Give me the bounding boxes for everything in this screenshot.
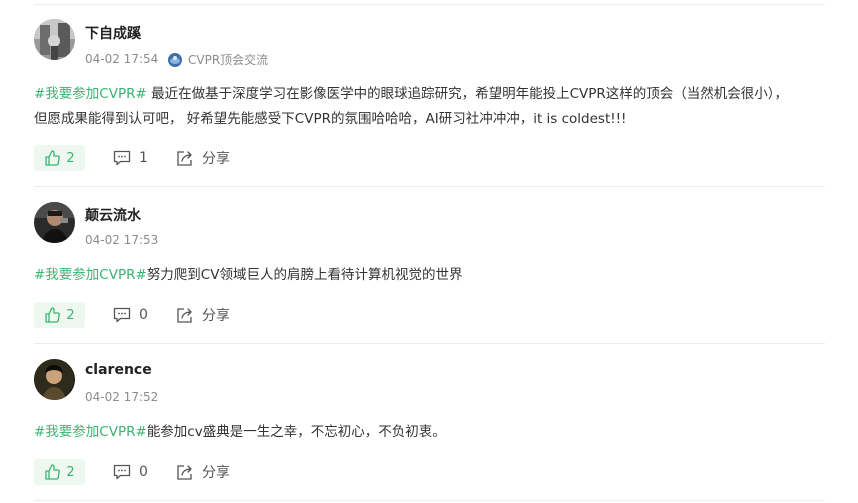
comment-feed: 下自成蹊 04-02 17:54 CVPR顶会交流 #我要参加CVPR# 最近在… [0, 0, 858, 503]
comment-button[interactable]: 0 [113, 459, 148, 485]
avatar[interactable] [34, 202, 75, 243]
share-label: 分享 [202, 308, 230, 324]
share-icon [177, 150, 192, 166]
post-text: 努力爬到CV领域巨人的肩膀上看待计算机视觉的世界 [146, 267, 463, 283]
author-name[interactable]: 下自成蹊 [85, 23, 141, 43]
share-label: 分享 [202, 465, 230, 481]
comment-count: 0 [139, 307, 148, 323]
post-time: 04-02 17:53 [85, 233, 159, 247]
author-name[interactable]: 颠云流水 [85, 205, 141, 225]
group-name: CVPR顶会交流 [188, 53, 269, 67]
like-count: 2 [66, 307, 75, 323]
like-button[interactable]: 2 [34, 459, 85, 485]
like-button[interactable]: 2 [34, 302, 85, 328]
thumbs-up-icon [45, 150, 61, 166]
share-button[interactable]: 分享 [176, 459, 230, 485]
share-button[interactable]: 分享 [176, 302, 230, 328]
group-link[interactable]: CVPR顶会交流 [168, 51, 268, 68]
hashtag-link[interactable]: #我要参加CVPR# [34, 424, 147, 440]
post-text: 能参加cv盛典是一生之幸，不忘初心，不负初衷。 [146, 424, 446, 440]
group-icon [168, 52, 182, 67]
comment-count: 1 [139, 150, 148, 166]
divider [34, 343, 825, 344]
post-content: #我要参加CVPR#努力爬到CV领域巨人的肩膀上看待计算机视觉的世界 [34, 263, 824, 288]
post-actions: 2 0 分享 [34, 302, 334, 328]
thumbs-up-icon [45, 307, 61, 323]
comment-count: 0 [139, 464, 148, 480]
post-actions: 2 0 分享 [34, 459, 334, 485]
comment-button[interactable]: 0 [113, 302, 148, 328]
comment-button[interactable]: 1 [113, 145, 148, 171]
hashtag-link[interactable]: #我要参加CVPR# [34, 86, 147, 102]
post-content: #我要参加CVPR#能参加cv盛典是一生之幸，不忘初心，不负初衷。 [34, 420, 824, 445]
like-button[interactable]: 2 [34, 145, 85, 171]
share-button[interactable]: 分享 [176, 145, 230, 171]
like-count: 2 [66, 464, 75, 480]
post-text: 最近在做基于深度学习在影像医学中的眼球追踪研究，希望明年能投上CVPR这样的顶会… [146, 86, 789, 102]
comment-icon [113, 150, 131, 166]
post-text: 但愿成果能得到认可吧， 好希望先能感受下CVPR的氛围哈哈哈，AI研习社冲冲冲，… [34, 111, 627, 127]
like-count: 2 [66, 150, 75, 166]
post-time: 04-02 17:54 [85, 52, 159, 66]
post-actions: 2 1 分享 [34, 145, 334, 171]
share-icon [177, 307, 192, 323]
share-icon [177, 464, 192, 480]
divider [34, 500, 825, 501]
avatar[interactable] [34, 19, 75, 60]
hashtag-link[interactable]: #我要参加CVPR# [34, 267, 147, 283]
comment-icon [113, 464, 131, 480]
comment-icon [113, 307, 131, 323]
share-label: 分享 [202, 151, 230, 167]
post-time: 04-02 17:52 [85, 390, 159, 404]
author-name[interactable]: clarence [85, 362, 152, 378]
divider [34, 4, 825, 5]
post-content: #我要参加CVPR# 最近在做基于深度学习在影像医学中的眼球追踪研究，希望明年能… [34, 82, 824, 132]
divider [34, 186, 825, 187]
avatar[interactable] [34, 359, 75, 400]
thumbs-up-icon [45, 464, 61, 480]
